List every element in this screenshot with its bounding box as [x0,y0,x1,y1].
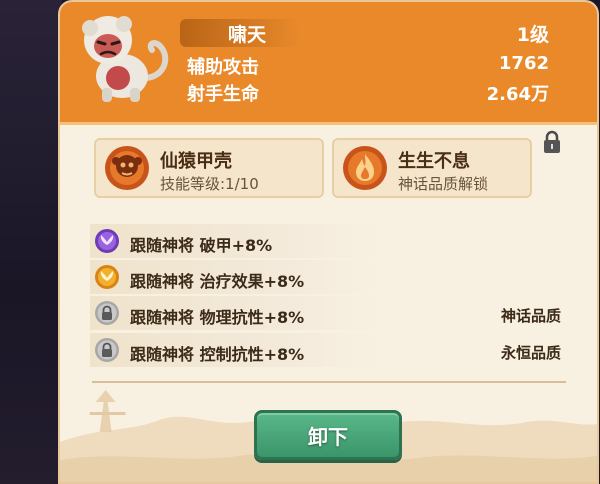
hero-level: 1级 [516,24,549,46]
stat-label-archer-hp: 射手生命 [187,84,259,105]
stat-label-support-attack: 辅助攻击 [187,57,259,78]
bonus-text: 跟随神将 物理抗性+8% [130,308,305,327]
skill-title: 仙猿甲壳 [160,151,232,172]
bonus-text: 跟随神将 治疗效果+8% [130,272,305,291]
skill-title: 生生不息 [398,151,470,172]
bonus-text: 跟随神将 破甲+8% [130,236,273,255]
skill-card-immortal-ape-shell[interactable]: 仙猿甲壳 技能等级:1/10 [94,138,324,198]
bonus-requirement: 神话品质 [500,307,561,325]
skill-card-endless-life[interactable]: 生生不息 神话品质解锁 [332,138,532,198]
background-scene [0,0,62,484]
hero-detail-panel: 啸天 1级 辅助攻击 1762 射手生命 2.64万 仙猿甲壳 技能等级:1/1… [58,0,599,484]
bonus-text: 跟随神将 控制抗性+8% [130,345,305,364]
lock-icon [95,301,119,325]
stat-value-archer-hp: 2.64万 [486,84,549,105]
hero-name: 啸天 [228,24,267,46]
monkey-face-icon [105,146,149,190]
stat-value-support-attack: 1762 [498,53,549,74]
gold-wings-icon [95,265,119,289]
flame-icon [343,146,387,190]
hero-header: 啸天 1级 辅助攻击 1762 射手生命 2.64万 [60,2,597,125]
bonus-requirement: 永恒品质 [500,344,561,362]
purple-wings-icon [95,229,119,253]
skill-level: 技能等级:1/10 [160,175,259,193]
lock-icon [544,130,560,153]
lock-icon [95,338,119,362]
unequip-button[interactable]: 卸下 [254,410,402,460]
skill-unlock-condition: 神话品质解锁 [398,175,489,193]
monkey-hero-portrait [82,16,169,102]
